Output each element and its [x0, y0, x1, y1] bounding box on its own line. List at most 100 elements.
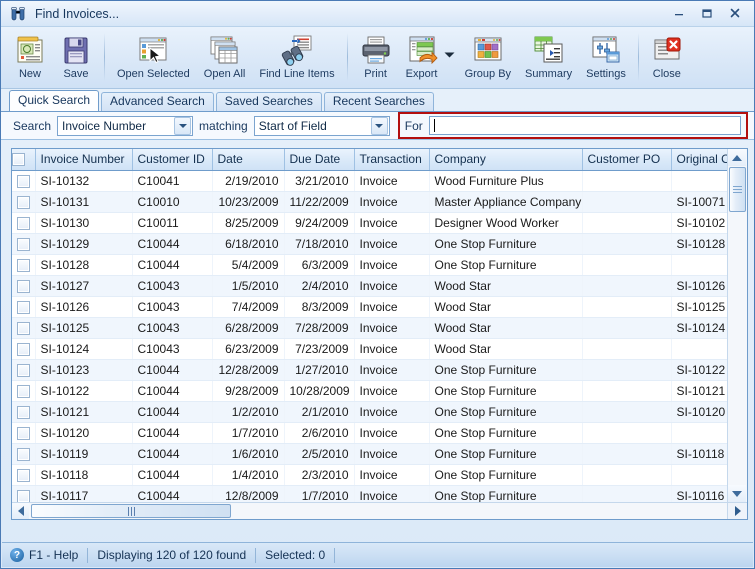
- select-all-header[interactable]: [12, 149, 36, 171]
- toolbar-button-group-by[interactable]: Group By: [458, 31, 518, 87]
- table-row[interactable]: SI-10129 C10044 6/18/2010 7/18/2010 Invoice O…: [12, 233, 727, 255]
- row-select-cell[interactable]: [12, 443, 36, 465]
- table-row[interactable]: SI-10130 C10011 8/25/2009 9/24/2009 Invoice D…: [12, 212, 727, 234]
- row-checkbox[interactable]: [16, 489, 30, 502]
- row-select-cell[interactable]: [12, 401, 36, 423]
- table-row[interactable]: SI-10119 C10044 1/6/2010 2/5/2010 Invoice One…: [12, 443, 727, 465]
- row-checkbox[interactable]: [16, 468, 30, 482]
- row-checkbox[interactable]: [16, 321, 30, 335]
- table-row[interactable]: SI-10125 C10043 6/28/2009 7/28/2009 Invoice W…: [12, 317, 727, 339]
- close-button[interactable]: [722, 3, 748, 23]
- row-checkbox[interactable]: [16, 426, 30, 440]
- cell-customer-po: [582, 296, 672, 318]
- row-checkbox[interactable]: [16, 279, 30, 293]
- horizontal-scroll-thumb[interactable]: [31, 504, 231, 518]
- toolbar-button-find-line-items[interactable]: Find Line Items: [252, 31, 341, 87]
- scroll-left-button[interactable]: [12, 503, 29, 519]
- table-row[interactable]: SI-10117 C10044 12/8/2009 1/7/2010 Invoice On…: [12, 485, 727, 502]
- row-checkbox[interactable]: [16, 174, 30, 188]
- row-select-cell[interactable]: [12, 359, 36, 381]
- maximize-button[interactable]: [694, 3, 720, 23]
- select-all-checkbox[interactable]: [12, 153, 25, 167]
- row-checkbox[interactable]: [16, 237, 30, 251]
- row-select-cell[interactable]: [12, 170, 36, 192]
- table-row[interactable]: SI-10122 C10044 9/28/2009 10/28/2009 Invoice…: [12, 380, 727, 402]
- column-header-invoice-number[interactable]: Invoice Number: [35, 149, 133, 171]
- table-row[interactable]: SI-10132 C10041 2/19/2010 3/21/2010 Invoice W…: [12, 170, 727, 192]
- tab-quick-search[interactable]: Quick Search: [9, 90, 100, 111]
- row-select-cell[interactable]: [12, 317, 36, 339]
- table-row[interactable]: SI-10126 C10043 7/4/2009 8/3/2009 Invoice Woo…: [12, 296, 727, 318]
- horizontal-scrollbar[interactable]: [12, 502, 727, 519]
- matching-mode-value: Start of Field: [258, 118, 327, 133]
- table-row[interactable]: SI-10123 C10044 12/28/2009 1/27/2010 Invoice…: [12, 359, 727, 381]
- toolbar-button-print[interactable]: Print: [353, 31, 399, 87]
- table-row[interactable]: SI-10128 C10044 5/4/2009 6/3/2009 Invoice One…: [12, 254, 727, 276]
- row-select-cell[interactable]: [12, 485, 36, 502]
- row-select-cell[interactable]: [12, 422, 36, 444]
- cell-invoice-number: SI-10129: [35, 233, 133, 255]
- cell-customer-id: C10010: [132, 191, 213, 213]
- export-dropdown-button[interactable]: [444, 49, 456, 61]
- row-checkbox[interactable]: [16, 258, 30, 272]
- row-select-cell[interactable]: [12, 191, 36, 213]
- table-row[interactable]: SI-10127 C10043 1/5/2010 2/4/2010 Invoice Woo…: [12, 275, 727, 297]
- grip-icon: [733, 186, 742, 193]
- toolbar-button-save[interactable]: Save: [53, 31, 99, 87]
- row-checkbox[interactable]: [16, 300, 30, 314]
- row-checkbox[interactable]: [16, 384, 30, 398]
- column-header-original-order[interactable]: Original Or: [671, 149, 727, 171]
- matching-mode-select[interactable]: Start of Field: [253, 115, 390, 136]
- cell-original-order: [671, 422, 727, 444]
- row-select-cell[interactable]: [12, 338, 36, 360]
- toolbar-button-open-all[interactable]: Open All: [197, 31, 253, 87]
- scroll-down-button[interactable]: [728, 485, 746, 502]
- cell-invoice-number: SI-10117: [35, 485, 133, 502]
- row-select-cell[interactable]: [12, 254, 36, 276]
- row-select-cell[interactable]: [12, 464, 36, 486]
- status-help-label[interactable]: F1 - Help: [29, 548, 87, 562]
- column-header-customer-id[interactable]: Customer ID: [132, 149, 213, 171]
- vertical-scrollbar[interactable]: [727, 149, 747, 502]
- row-select-cell[interactable]: [12, 275, 36, 297]
- toolbar-button-export[interactable]: Export: [399, 31, 445, 87]
- column-header-customer-po[interactable]: Customer PO: [582, 149, 672, 171]
- search-field-select[interactable]: Invoice Number: [57, 115, 194, 136]
- row-checkbox[interactable]: [16, 363, 30, 377]
- matching-label: matching: [199, 118, 248, 133]
- table-row[interactable]: SI-10124 C10043 6/23/2009 7/23/2009 Invoice W…: [12, 338, 727, 360]
- tab-saved-searches[interactable]: Saved Searches: [215, 92, 322, 111]
- toolbar-button-summary[interactable]: Summary: [518, 31, 579, 87]
- row-checkbox[interactable]: [16, 447, 30, 461]
- table-row[interactable]: SI-10118 C10044 1/4/2010 2/3/2010 Invoice One…: [12, 464, 727, 486]
- toolbar-button-settings[interactable]: Settings: [579, 31, 633, 87]
- row-select-cell[interactable]: [12, 212, 36, 234]
- cell-date: 1/4/2010: [212, 464, 285, 486]
- table-row[interactable]: SI-10121 C10044 1/2/2010 2/1/2010 Invoice One…: [12, 401, 727, 423]
- column-header-company[interactable]: Company: [429, 149, 583, 171]
- row-checkbox[interactable]: [16, 405, 30, 419]
- minimize-button[interactable]: [666, 3, 692, 23]
- column-header-due-date[interactable]: Due Date: [284, 149, 355, 171]
- row-checkbox[interactable]: [16, 195, 30, 209]
- toolbar-button-open-selected[interactable]: Open Selected: [110, 31, 197, 87]
- tab-recent-searches[interactable]: Recent Searches: [323, 92, 434, 111]
- column-header-transaction[interactable]: Transaction: [354, 149, 430, 171]
- search-for-input[interactable]: [428, 116, 741, 135]
- vertical-scroll-thumb[interactable]: [729, 167, 746, 212]
- toolbar-button-new[interactable]: New: [7, 31, 53, 87]
- table-row[interactable]: SI-10131 C10010 10/23/2009 11/22/2009 Invoic…: [12, 191, 727, 213]
- tab-advanced-search[interactable]: Advanced Search: [101, 92, 214, 111]
- help-circle-icon[interactable]: ?: [10, 548, 24, 562]
- cell-due-date: 2/1/2010: [284, 401, 355, 423]
- column-header-date[interactable]: Date: [212, 149, 285, 171]
- table-row[interactable]: SI-10120 C10044 1/7/2010 2/6/2010 Invoice One…: [12, 422, 727, 444]
- row-checkbox[interactable]: [16, 342, 30, 356]
- scroll-up-button[interactable]: [728, 149, 746, 166]
- row-select-cell[interactable]: [12, 380, 36, 402]
- cell-original-order: SI-10116: [671, 485, 727, 502]
- row-checkbox[interactable]: [16, 216, 30, 230]
- toolbar-button-close[interactable]: Close: [644, 31, 690, 87]
- row-select-cell[interactable]: [12, 233, 36, 255]
- row-select-cell[interactable]: [12, 296, 36, 318]
